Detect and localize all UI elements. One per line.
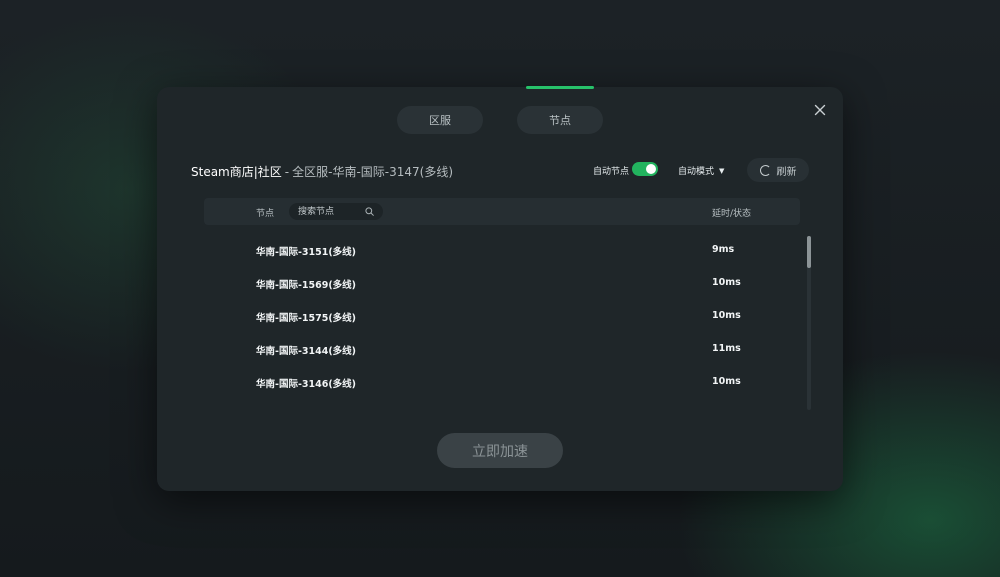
node-row[interactable]: 华南-国际-1575(多线) 10ms [204,301,800,334]
tab-server-region[interactable]: 区服 [397,106,483,134]
active-tab-indicator [526,86,594,89]
close-button[interactable] [810,100,830,120]
toggle-knob [646,164,656,174]
accelerate-label: 立即加速 [472,443,528,460]
node-latency: 10ms [712,310,741,321]
mode-label: 自动模式 [678,167,715,177]
refresh-icon [759,164,771,176]
node-search-box[interactable] [289,203,383,220]
node-latency: 11ms [712,343,741,354]
game-name: Steam商店|社区 [191,165,282,179]
refresh-label: 刷新 [776,166,797,178]
title-separator: - [284,165,290,179]
search-input[interactable] [298,203,360,220]
tab-label: 节点 [549,114,571,127]
node-row[interactable]: 华南-国际-3144(多线) 11ms [204,334,800,367]
node-latency: 10ms [712,277,741,288]
current-node: 全区服-华南-国际-3147(多线) [292,165,454,179]
auto-node-toggle[interactable] [632,162,658,176]
node-name: 华南-国际-3151(多线) [256,247,357,258]
tab-label: 区服 [429,114,451,127]
accelerate-button[interactable]: 立即加速 [437,433,563,468]
node-name: 华南-国际-1575(多线) [256,313,357,324]
mode-dropdown[interactable]: 自动模式 ▼ [678,164,724,177]
close-icon [814,104,826,116]
node-name: 华南-国际-3144(多线) [256,346,357,357]
scrollbar-thumb[interactable] [807,236,811,268]
node-name: 华南-国际-3146(多线) [256,379,357,390]
table-header: 节点 延时/状态 [204,198,800,225]
node-row[interactable]: 华南-国际-3151(多线) 9ms [204,235,800,268]
latency-column-header: 延时/状态 [712,209,752,219]
node-latency: 10ms [712,376,741,387]
game-title-line: Steam商店|社区 - 全区服-华南-国际-3147(多线) [191,163,453,180]
node-name: 华南-国际-1569(多线) [256,280,357,291]
node-row[interactable]: 华南-国际-1569(多线) 10ms [204,268,800,301]
tab-node[interactable]: 节点 [517,106,603,134]
node-latency: 9ms [712,244,735,255]
node-list: 华南-国际-3151(多线) 9ms 华南-国际-1569(多线) 10ms 华… [204,235,800,400]
search-icon [365,207,374,216]
node-row[interactable]: 华南-国际-3146(多线) 10ms [204,367,800,400]
auto-node-label: 自动节点 [593,167,630,177]
chevron-down-icon: ▼ [719,167,725,175]
node-column-header: 节点 [256,209,275,219]
refresh-button[interactable]: 刷新 [747,158,809,182]
